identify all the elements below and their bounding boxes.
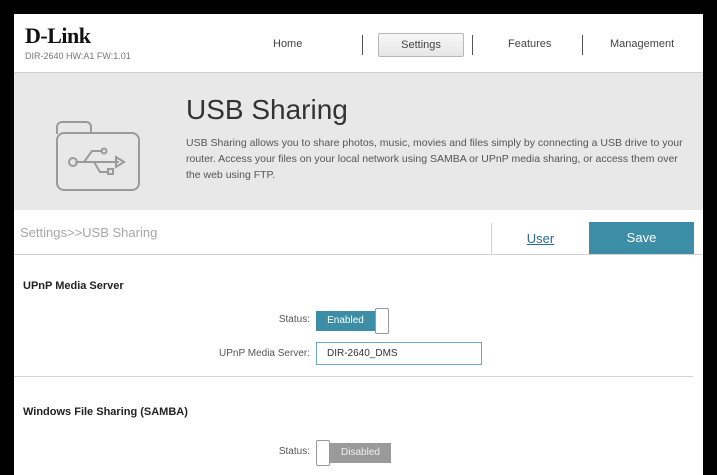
upnp-server-name-input[interactable] — [316, 342, 482, 365]
toggle-knob — [316, 440, 330, 466]
toggle-state-label: Disabled — [330, 443, 391, 463]
toggle-state-label: Enabled — [316, 311, 375, 331]
page-title: USB Sharing — [186, 94, 348, 125]
nav-settings[interactable]: Settings — [378, 33, 464, 57]
router-page: D-Link DIR-2640 HW:A1 FW:1.01 Home Setti… — [14, 14, 703, 475]
samba-status-toggle[interactable]: Disabled — [316, 440, 391, 466]
nav-separator — [582, 35, 583, 55]
usb-symbol-icon — [68, 147, 126, 175]
nav-separator — [362, 35, 363, 55]
breadcrumb: Settings>>USB Sharing — [20, 225, 158, 240]
section-divider — [14, 376, 693, 377]
toggle-knob — [375, 308, 389, 334]
model-info: DIR-2640 HW:A1 FW:1.01 — [25, 51, 131, 61]
page-description: USB Sharing allows you to share photos, … — [186, 137, 683, 181]
save-button[interactable]: Save — [589, 222, 694, 254]
dlink-logo: D-Link — [25, 23, 91, 48]
samba-status-label: Status: — [278, 446, 310, 457]
top-header: D-Link DIR-2640 HW:A1 FW:1.01 Home Setti… — [14, 14, 703, 72]
usb-drive-icon — [56, 132, 140, 191]
nav-features[interactable]: Features — [508, 38, 551, 50]
upnp-status-toggle[interactable]: Enabled — [316, 308, 389, 334]
nav-management[interactable]: Management — [610, 38, 674, 50]
upnp-section-title: UPnP Media Server — [23, 280, 124, 292]
nav-separator — [472, 35, 473, 55]
page-banner: USB Sharing USB Sharing allows you to sh… — [14, 72, 703, 211]
upnp-status-label: Status: — [278, 314, 310, 325]
samba-section-title: Windows File Sharing (SAMBA) — [23, 406, 188, 418]
upnp-server-label: UPnP Media Server: — [219, 348, 310, 359]
nav-home[interactable]: Home — [273, 38, 302, 50]
user-link[interactable]: User — [491, 223, 589, 254]
